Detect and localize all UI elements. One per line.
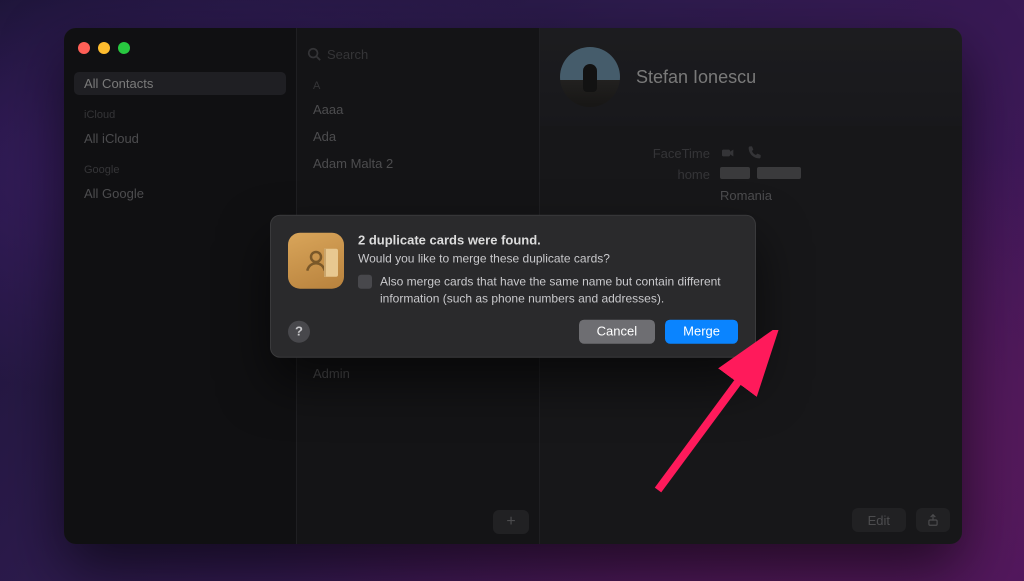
help-button[interactable]: ?: [288, 320, 310, 342]
add-contact-button[interactable]: +: [493, 510, 529, 534]
minimize-window-button[interactable]: [98, 42, 110, 54]
avatar[interactable]: [560, 47, 620, 107]
video-icon[interactable]: [720, 145, 736, 161]
list-item[interactable]: [297, 201, 539, 213]
close-window-button[interactable]: [78, 42, 90, 54]
search-field[interactable]: Search: [307, 36, 529, 72]
list-item[interactable]: Admin: [297, 360, 539, 387]
list-item[interactable]: Ada: [297, 123, 539, 150]
dialog-title: 2 duplicate cards were found.: [358, 233, 738, 248]
sidebar-item-all-contacts[interactable]: All Contacts: [74, 72, 286, 95]
share-button[interactable]: [916, 508, 950, 532]
share-icon: [926, 513, 940, 527]
contacts-window: All Contacts iCloud All iCloud Google Al…: [64, 28, 962, 544]
groups-sidebar: All Contacts iCloud All iCloud Google Al…: [64, 28, 296, 544]
search-placeholder: Search: [327, 47, 368, 62]
window-traffic-lights: [78, 42, 130, 54]
sidebar-item-all-icloud[interactable]: All iCloud: [74, 127, 286, 150]
merge-button[interactable]: Merge: [665, 319, 738, 343]
cancel-button[interactable]: Cancel: [579, 319, 655, 343]
home-label: home: [540, 167, 710, 182]
list-item[interactable]: [297, 189, 539, 201]
dialog-subtitle: Would you like to merge these duplicate …: [358, 252, 738, 266]
duplicates-dialog: 2 duplicate cards were found. Would you …: [270, 215, 756, 358]
contact-fields: FaceTime home Romania: [540, 126, 962, 222]
edit-button[interactable]: Edit: [852, 508, 906, 532]
list-item[interactable]: [297, 177, 539, 189]
sidebar-section-header-icloud: iCloud: [74, 99, 286, 123]
contact-name: Stefan Ionescu: [636, 67, 756, 88]
also-merge-label: Also merge cards that have the same name…: [380, 274, 738, 308]
also-merge-checkbox[interactable]: [358, 275, 372, 289]
list-section-letter: A: [297, 76, 539, 96]
country-value: Romania: [720, 188, 772, 203]
facetime-label: FaceTime: [540, 146, 710, 161]
contacts-app-icon: [288, 233, 344, 289]
home-value-redacted: [720, 167, 801, 182]
phone-icon[interactable]: [746, 145, 762, 161]
zoom-window-button[interactable]: [118, 42, 130, 54]
sidebar-section-header-google: Google: [74, 154, 286, 178]
sidebar-item-all-google[interactable]: All Google: [74, 182, 286, 205]
list-item[interactable]: Adam Malta 2: [297, 150, 539, 177]
contact-header: Stefan Ionescu: [540, 28, 962, 126]
search-icon: [307, 47, 321, 61]
list-item[interactable]: Aaaa: [297, 96, 539, 123]
